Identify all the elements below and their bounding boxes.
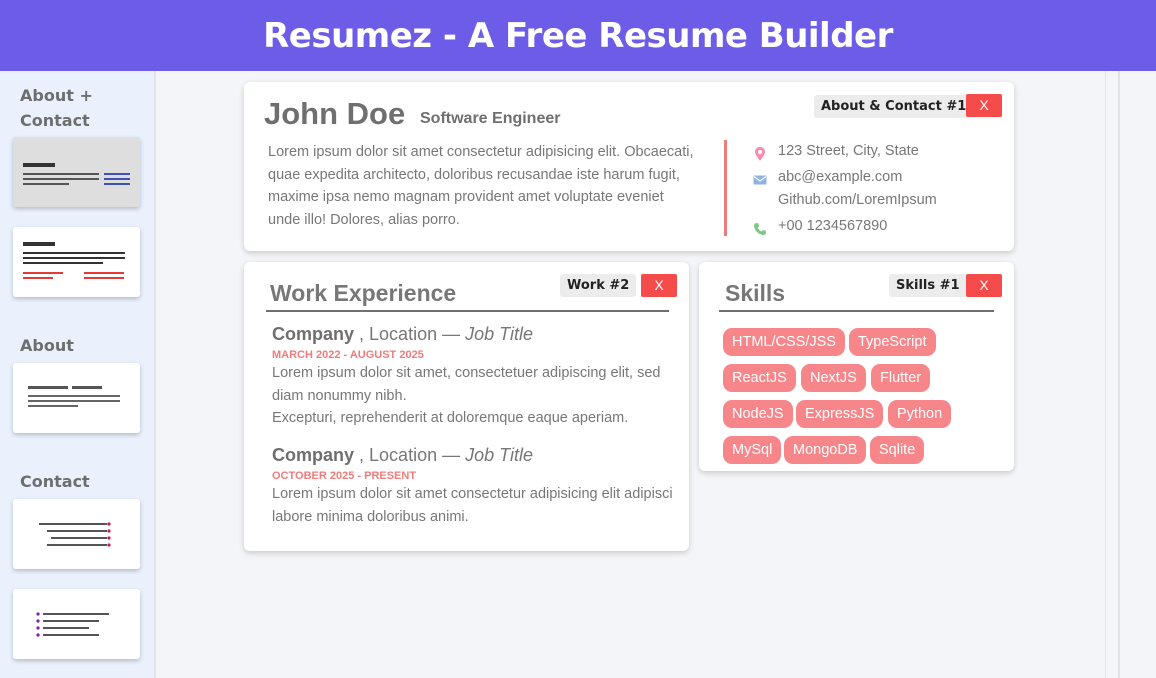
section-title: Work Experience xyxy=(270,280,457,306)
job-location: , Location — xyxy=(359,324,461,344)
contact-github: Github.com/LoremIpsum xyxy=(752,192,937,208)
contact-phone: +00 1234567890 xyxy=(752,218,888,235)
skill-chip: Sqlite xyxy=(870,436,925,464)
template-about-contact-2[interactable] xyxy=(13,227,140,297)
resume-name: John Doe xyxy=(264,96,406,131)
skill-chip: ExpressJS xyxy=(796,400,884,428)
job-description: Lorem ipsum dolor sit amet, consectetuer… xyxy=(272,365,661,404)
contact-email: abc@example.com xyxy=(752,169,902,185)
canvas-border xyxy=(154,71,156,678)
template-contact-1[interactable] xyxy=(13,499,140,569)
template-preview-icon xyxy=(39,522,111,547)
section-divider xyxy=(719,310,994,312)
skill-chip: MySql xyxy=(723,436,782,464)
job-entry: Company , Location — Job Title MARCH 202… xyxy=(272,324,682,430)
skill-chip: TypeScript xyxy=(849,328,936,356)
work-experience-card[interactable]: Work #2 X Work Experience Company , Loca… xyxy=(244,262,689,551)
job-description: Lorem ipsum dolor sit amet consectetur a… xyxy=(272,486,673,525)
template-about-contact-1[interactable] xyxy=(13,137,140,207)
skill-chip: MongoDB xyxy=(784,436,867,464)
sidebar: About + Contact About Contact xyxy=(0,71,154,678)
address-text: 123 Street, City, State xyxy=(778,143,919,159)
section-tag: About & Contact #1 xyxy=(814,95,974,118)
resume-role: Software Engineer xyxy=(420,110,561,127)
skill-chip: ReactJS xyxy=(723,364,796,392)
skill-chip: NodeJS xyxy=(723,400,793,428)
template-preview-icon xyxy=(28,386,120,407)
job-company: Company xyxy=(272,445,355,465)
job-dates: OCTOBER 2025 - PRESENT xyxy=(272,470,417,482)
contact-divider xyxy=(724,140,727,236)
mail-icon xyxy=(753,175,767,185)
template-preview-icon xyxy=(36,612,109,637)
phone-text: +00 1234567890 xyxy=(778,218,888,234)
template-contact-2[interactable] xyxy=(13,589,140,659)
remove-section-button[interactable]: X xyxy=(641,274,677,297)
scrollbar-track[interactable] xyxy=(1105,71,1156,678)
template-about-1[interactable] xyxy=(13,363,140,433)
sidebar-section-title: About + Contact xyxy=(20,86,93,130)
section-tag: Skills #1 xyxy=(889,274,967,297)
job-description: Excepturi, reprehenderit at doloremque e… xyxy=(272,410,629,426)
job-title: Job Title xyxy=(465,324,533,344)
section-title: Skills xyxy=(725,280,786,306)
sidebar-section-title: About xyxy=(20,336,74,355)
email-text: abc@example.com xyxy=(778,169,903,185)
section-divider xyxy=(266,310,669,312)
github-text: Github.com/LoremIpsum xyxy=(778,192,937,208)
skill-chip: Flutter xyxy=(871,364,931,392)
skills-card[interactable]: Skills #1 X Skills HTML/CSS/JSS TypeScri… xyxy=(699,262,1014,471)
job-entry: Company , Location — Job Title OCTOBER 2… xyxy=(272,445,682,528)
job-title: Job Title xyxy=(465,445,533,465)
job-dates: MARCH 2022 - AUGUST 2025 xyxy=(272,349,424,361)
job-heading: Company , Location — Job Title xyxy=(272,324,682,345)
sidebar-section-title: Contact xyxy=(20,472,90,491)
job-company: Company xyxy=(272,324,355,344)
app-title: Resumez - A Free Resume Builder xyxy=(263,15,893,56)
template-preview-icon xyxy=(23,242,125,279)
app-header: Resumez - A Free Resume Builder xyxy=(0,0,1156,71)
skill-chip: HTML/CSS/JSS xyxy=(723,328,845,356)
skill-chip: Python xyxy=(888,400,952,428)
about-contact-card[interactable]: About & Contact #1 X John Doe Software E… xyxy=(244,82,1014,251)
remove-section-button[interactable]: X xyxy=(966,94,1002,117)
about-text: Lorem ipsum dolor sit amet consectetur a… xyxy=(268,144,694,228)
location-pin-icon xyxy=(755,147,765,161)
job-heading: Company , Location — Job Title xyxy=(272,445,682,466)
phone-icon xyxy=(754,223,767,235)
template-preview-icon xyxy=(23,163,130,185)
contact-address: 123 Street, City, State xyxy=(752,143,919,161)
section-tag: Work #2 xyxy=(560,274,637,297)
skill-chip: NextJS xyxy=(801,364,866,392)
job-location: , Location — xyxy=(359,445,461,465)
remove-section-button[interactable]: X xyxy=(966,274,1002,297)
